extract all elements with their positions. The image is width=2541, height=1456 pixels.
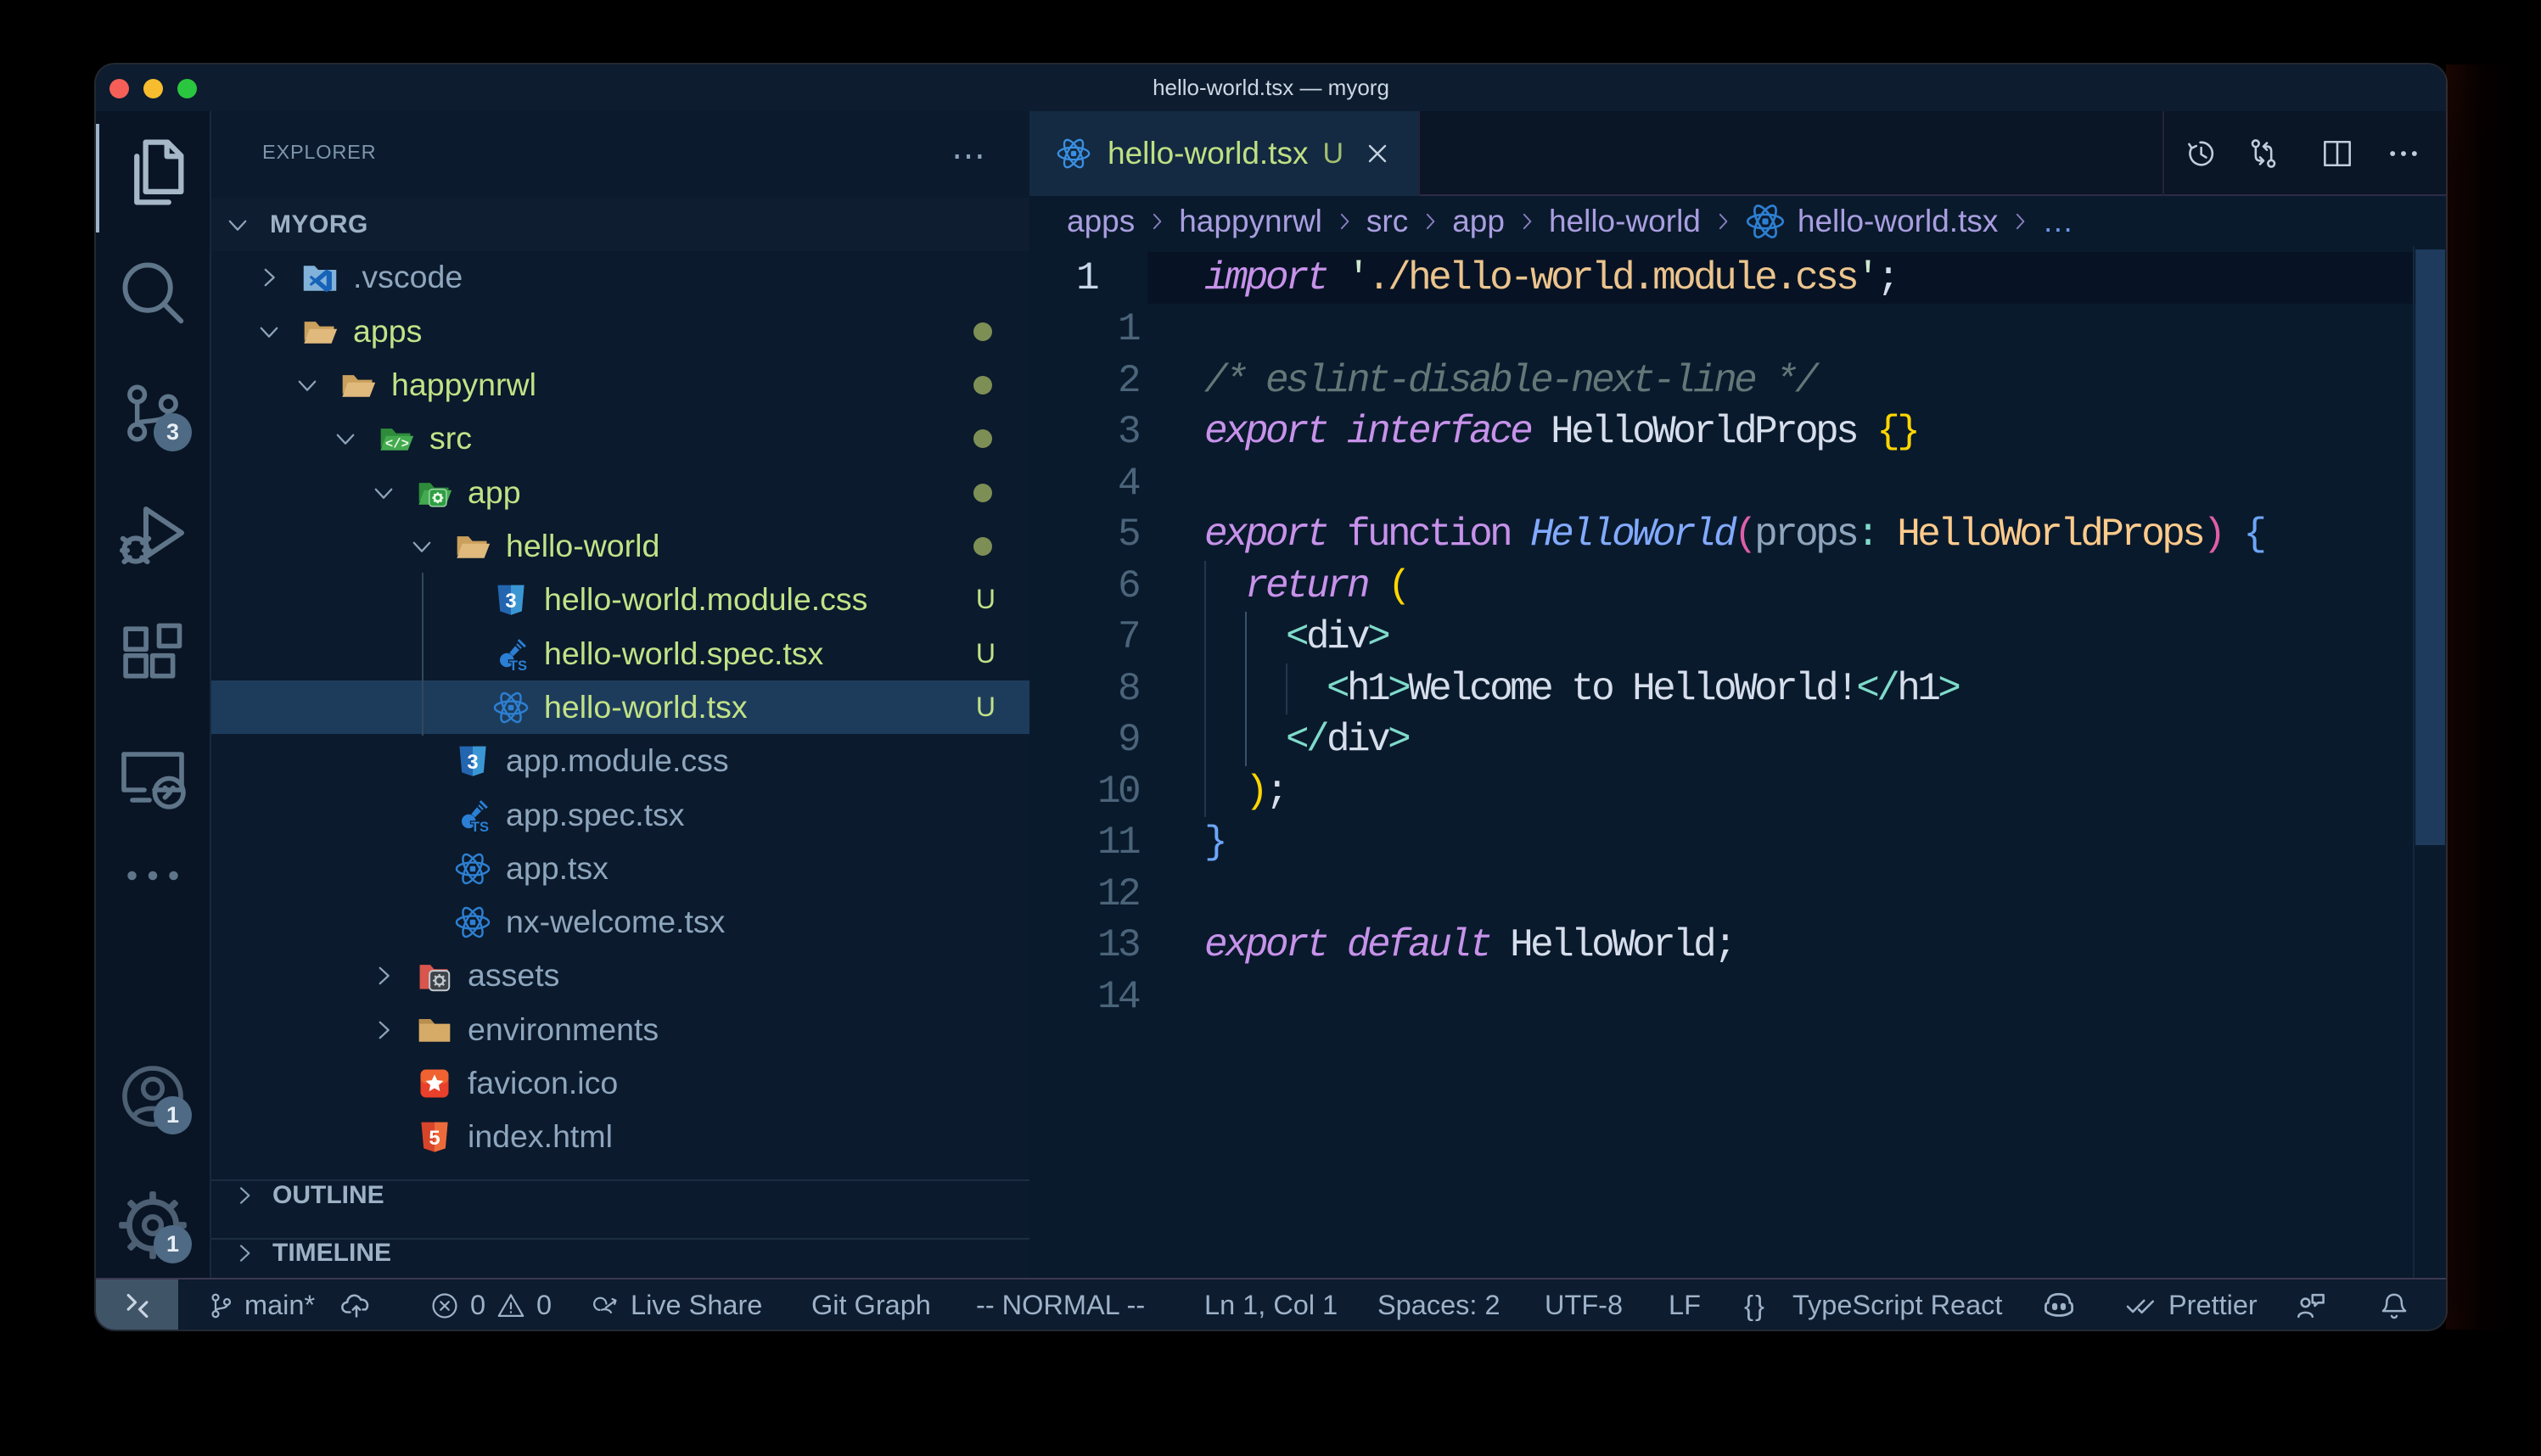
svg-text:3: 3 [467,751,478,774]
svg-text:TS: TS [509,658,527,672]
svg-text:5: 5 [429,1127,440,1150]
svg-text:TS: TS [471,819,489,833]
svg-text:</>: </> [385,436,409,451]
svg-text:3: 3 [505,590,516,613]
